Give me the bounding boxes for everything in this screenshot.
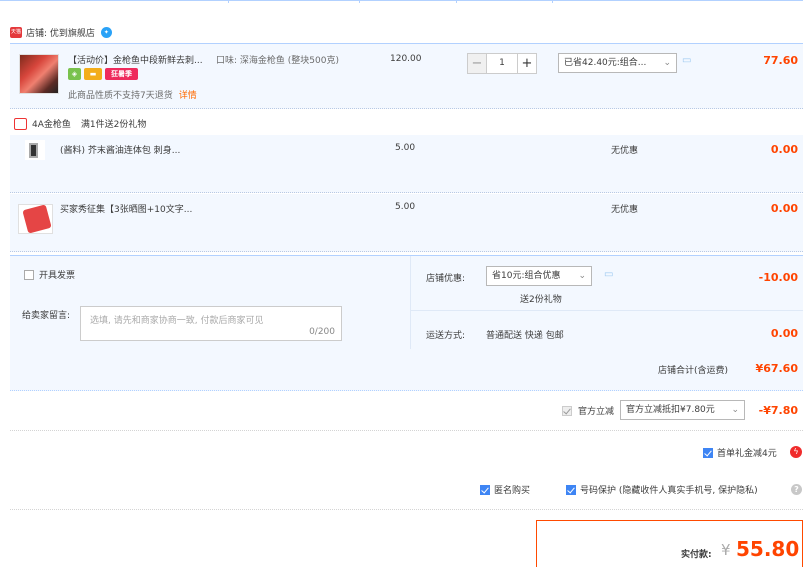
official-discount-option: 官方立减 bbox=[562, 404, 614, 417]
gift-promo-title: 4A金枪鱼 bbox=[32, 120, 71, 130]
chevron-down-icon: ⌄ bbox=[578, 271, 586, 281]
order-options-panel: 开具发票 给卖家留言: 选填, 请先和商家协商一致, 付款后商家可见 0/200… bbox=[10, 255, 803, 350]
no-return-text: 此商品性质不支持7天退货 bbox=[68, 91, 173, 101]
gift-item-title[interactable]: 买家秀征集【3张晒图+10文字... bbox=[60, 202, 192, 215]
lightning-icon: ϟ bbox=[790, 446, 802, 458]
item-subtotal: 77.60 bbox=[763, 54, 798, 67]
item-sku: 口味: 深海金枪鱼 (整块500克) bbox=[216, 56, 339, 66]
invoice-label: 开具发票 bbox=[39, 271, 76, 281]
shipping-method: 普通配送 快递 包邮 bbox=[486, 331, 564, 341]
promo-chat-icon[interactable]: ▭ bbox=[682, 55, 691, 66]
shop-discount-gift: 送2份礼物 bbox=[520, 295, 562, 305]
section-divider bbox=[10, 430, 803, 431]
item-promo-select[interactable]: 已省42.40元:组合... ⌄ bbox=[558, 53, 677, 73]
message-label: 给卖家留言: bbox=[22, 311, 71, 321]
header-divider-tick bbox=[359, 0, 360, 3]
invoice-option: 开具发票 bbox=[24, 268, 75, 281]
shipping-amount: 0.00 bbox=[770, 327, 798, 340]
row-divider bbox=[411, 310, 803, 311]
detail-link[interactable]: 详情 bbox=[179, 91, 197, 101]
pay-label: 实付款: bbox=[681, 550, 712, 560]
shop-header: 天猫 店铺: 优到旗舰店 ✦ bbox=[10, 24, 112, 40]
gift-item-discount: 无优惠 bbox=[611, 146, 639, 156]
chevron-down-icon: ⌄ bbox=[663, 58, 671, 68]
anonymous-checkbox[interactable] bbox=[480, 484, 490, 495]
item-promo-value: 已省42.40元:组合... bbox=[564, 58, 647, 68]
shipping-label: 运送方式: bbox=[426, 331, 466, 341]
privacy-option: 号码保护 (隐藏收件人真实手机号, 保护隐私) bbox=[566, 483, 758, 496]
order-item-row: 【活动价】金枪鱼中段新鲜去刺... 口味: 深海金枪鱼 (整块500克) ◈ ▬… bbox=[10, 43, 803, 109]
gift-item-price: 5.00 bbox=[395, 143, 416, 153]
invoice-checkbox[interactable] bbox=[24, 269, 34, 280]
gift-item-title[interactable]: (酱料) 芥末酱油连体包 刺身... bbox=[60, 143, 180, 156]
gift-promo-rule: 满1件送2份礼物 bbox=[80, 120, 147, 130]
first-order-gift-checkbox[interactable] bbox=[703, 447, 713, 458]
vertical-divider bbox=[410, 256, 411, 350]
chat-wangwang-icon[interactable]: ✦ bbox=[100, 26, 112, 38]
promo-tag: 狂暑季 bbox=[105, 68, 138, 80]
official-discount-label: 官方立减 bbox=[578, 407, 615, 417]
header-divider bbox=[0, 0, 803, 3]
help-question-icon[interactable]: ? bbox=[791, 484, 802, 495]
first-order-gift-option: 首单礼金减4元 bbox=[703, 446, 777, 459]
item-thumbnail[interactable] bbox=[19, 54, 59, 94]
quantity-decrease-button[interactable]: − bbox=[467, 53, 487, 74]
gift-item-row: (酱料) 芥末酱油连体包 刺身... 5.00 无优惠 0.00 bbox=[10, 135, 803, 193]
privacy-checkbox[interactable] bbox=[566, 484, 576, 495]
official-discount-checkbox[interactable] bbox=[562, 405, 572, 416]
item-tags: ◈ ▬ 狂暑季 bbox=[68, 68, 138, 80]
shop-discount-select[interactable]: 省10元:组合优惠 ⌄ bbox=[486, 266, 592, 286]
pay-currency: ¥ bbox=[721, 541, 731, 559]
gift-item-row: 买家秀征集【3张晒图+10文字... 5.00 无优惠 0.00 bbox=[10, 194, 803, 252]
quantity-input[interactable]: 1 bbox=[487, 53, 517, 74]
card-tag-icon: ▬ bbox=[84, 68, 102, 80]
message-input[interactable]: 选填, 请先和商家协商一致, 付款后商家可见 0/200 bbox=[80, 306, 342, 341]
header-divider-tick bbox=[228, 0, 229, 3]
official-discount-value: 官方立减抵扣¥7.80元 bbox=[626, 405, 715, 415]
message-char-count: 0/200 bbox=[309, 327, 335, 337]
shop-total-row: 店铺合计(含运费) ¥67.60 bbox=[10, 349, 803, 391]
anonymous-label: 匿名购买 bbox=[494, 486, 531, 496]
item-title-link[interactable]: 【活动价】金枪鱼中段新鲜去刺... bbox=[68, 53, 203, 66]
message-placeholder: 选填, 请先和商家协商一致, 付款后商家可见 bbox=[90, 316, 264, 326]
header-divider-tick bbox=[552, 0, 553, 3]
quantity-stepper: − 1 + bbox=[467, 53, 537, 74]
shop-total-amount: ¥67.60 bbox=[755, 362, 798, 375]
shop-discount-amount: -10.00 bbox=[758, 271, 798, 284]
quantity-increase-button[interactable]: + bbox=[517, 53, 537, 74]
shop-total-label: 店铺合计(含运费) bbox=[658, 366, 729, 376]
discount-chat-icon[interactable]: ▭ bbox=[604, 269, 613, 280]
shop-discount-label: 店铺优惠: bbox=[426, 274, 466, 284]
privacy-label: 号码保护 (隐藏收件人真实手机号, 保护隐私) bbox=[580, 486, 758, 496]
gift-item-discount: 无优惠 bbox=[611, 205, 639, 215]
gift-item-subtotal: 0.00 bbox=[770, 143, 798, 156]
gift-item-thumbnail[interactable] bbox=[18, 204, 53, 234]
tmall-badge-icon: 天猫 bbox=[10, 26, 22, 38]
gift-icon bbox=[14, 117, 27, 130]
payment-summary: 实付款: ¥ 55.80 bbox=[536, 520, 803, 567]
header-divider-tick bbox=[456, 0, 457, 3]
official-discount-select[interactable]: 官方立减抵扣¥7.80元 ⌄ bbox=[620, 400, 745, 420]
no-return-notice: 此商品性质不支持7天退货 详情 bbox=[68, 88, 197, 101]
pay-amount: 55.80 bbox=[736, 537, 800, 561]
first-order-gift-label: 首单礼金减4元 bbox=[717, 449, 777, 459]
shop-discount-value: 省10元:组合优惠 bbox=[492, 271, 561, 281]
gift-item-thumbnail[interactable] bbox=[25, 140, 45, 160]
gift-item-subtotal: 0.00 bbox=[770, 202, 798, 215]
gift-item-price: 5.00 bbox=[395, 202, 416, 212]
chevron-down-icon: ⌄ bbox=[731, 405, 739, 415]
official-discount-amount: -¥7.80 bbox=[758, 404, 798, 417]
anonymous-option: 匿名购买 bbox=[480, 483, 530, 496]
gift-promo-header: 4A金枪鱼 满1件送2份礼物 bbox=[14, 117, 146, 130]
shop-name-link[interactable]: 店铺: 优到旗舰店 bbox=[26, 26, 95, 39]
service-tag-icon: ◈ bbox=[68, 68, 81, 80]
section-divider bbox=[10, 509, 803, 510]
item-unit-price: 120.00 bbox=[390, 54, 422, 64]
